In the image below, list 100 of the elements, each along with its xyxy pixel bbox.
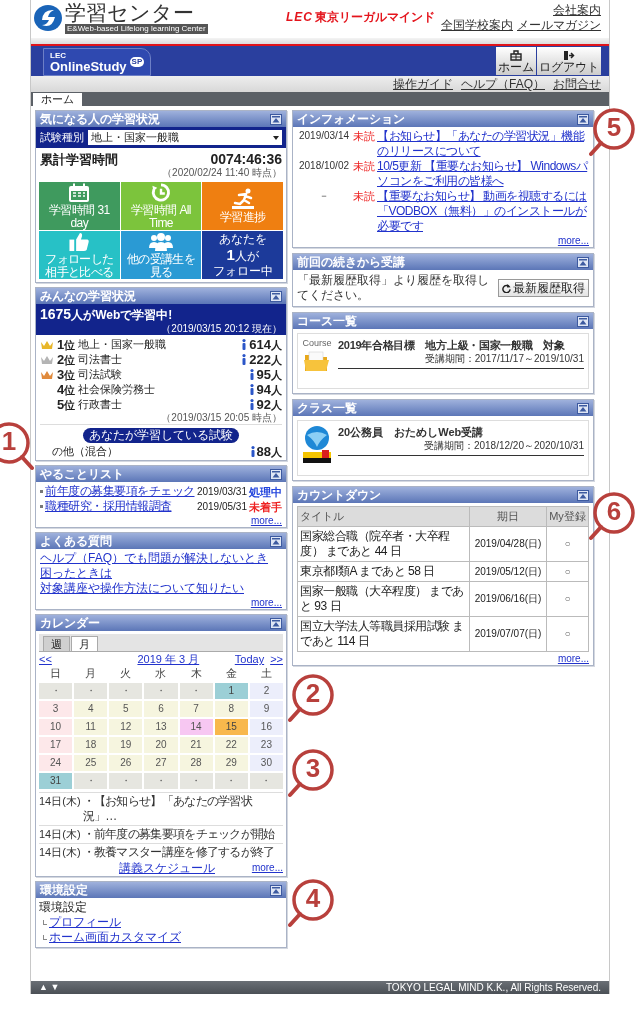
calendar-day[interactable]: 1 [214,683,248,699]
schedule-link[interactable]: 講義スケジュール [119,861,215,876]
more-link[interactable]: more... [250,514,282,527]
register-mark[interactable]: ○ [546,561,589,582]
top-link[interactable]: メールマガジン [517,18,601,32]
next-link[interactable]: >> [270,652,283,666]
calendar-day[interactable]: 7 [179,701,213,717]
calendar-day[interactable]: 2 [249,683,283,699]
todo-link[interactable]: 前年度の募集要項をチェック [45,484,195,499]
faq-link[interactable]: 困ったときは [40,566,112,580]
calendar-day[interactable]: 24 [39,755,73,771]
register-mark[interactable]: ○ [546,616,589,652]
register-mark[interactable]: ○ [546,526,589,562]
calendar-day[interactable]: 15 [214,719,248,735]
collapse-icon[interactable] [270,617,282,629]
todo-link[interactable]: 職種研究・採用情報調査 [45,499,195,514]
collapse-icon[interactable] [577,315,589,327]
tab[interactable]: ホーム [33,93,82,106]
collapse-icon[interactable] [270,535,282,547]
calendar-tab[interactable]: 月 [71,636,98,651]
calendar-day[interactable]: 11 [74,719,108,735]
calendar-day[interactable]: 30 [249,755,283,771]
scroll-arrows[interactable]: ▲ ▼ [39,983,60,992]
calendar-day[interactable]: 12 [109,719,143,735]
info-link[interactable]: 10/5更新 【重要なお知らせ】 Windowsパソコンをご利用の皆様へ [377,159,589,189]
info-link[interactable]: 【重要なお知らせ】 動画を視聴するには「VODBOX（無料）」のインストールが必要です [377,189,589,234]
more-link[interactable]: more... [557,234,589,247]
calendar-day[interactable]: ・ [74,773,108,789]
settings-link[interactable]: ホーム画面カスタマイズ [49,930,181,945]
more-link[interactable]: more... [250,596,282,609]
calendar-day[interactable]: 16 [249,719,283,735]
utility-link[interactable]: 操作ガイド [393,77,453,91]
learner-count: 1675 [40,306,72,322]
collapse-icon[interactable] [270,468,282,480]
calendar-day[interactable]: 13 [144,719,178,735]
settings-link[interactable]: プロフィール [49,915,121,930]
collapse-icon[interactable] [577,402,589,414]
calendar-day[interactable]: 20 [144,737,178,753]
banner-button[interactable]: ログアウト [537,47,601,75]
refresh-history-button[interactable]: 最新履歴取得 [498,279,589,297]
faq-link[interactable]: 対象講座や操作方法について知りたい [40,581,244,595]
calendar-day[interactable]: 19 [109,737,143,753]
calendar-day[interactable]: 4 [74,701,108,717]
calendar-day[interactable]: ・ [109,773,143,789]
faq-link[interactable]: ヘルプ（FAQ）でも問題が解決しないとき [40,551,268,565]
calendar-day[interactable]: ・ [249,773,283,789]
course-card[interactable]: Course 2019年合格目標 地方上級・国家一般職 対象 受講期間：2017/11/17～2019/10/31 [297,333,589,389]
calendar-day[interactable]: 28 [179,755,213,771]
collapse-icon[interactable] [577,113,589,125]
calendar-day[interactable]: 23 [249,737,283,753]
calendar-day[interactable]: ・ [39,683,73,699]
calendar-day[interactable]: ・ [144,683,178,699]
top-link[interactable]: 会社案内 [553,3,601,17]
calendar-day[interactable]: 31 [39,773,73,789]
calendar-day[interactable]: ・ [109,683,143,699]
calendar-day[interactable]: ・ [214,773,248,789]
calendar-day[interactable]: 27 [144,755,178,771]
utility-link[interactable]: お問合せ [553,77,601,91]
calendar-day[interactable]: 5 [109,701,143,717]
class-card[interactable]: 20公務員 おためしWeb受講 受講期間：2018/12/20～2020/10/31 [297,420,589,476]
calendar-day[interactable]: 25 [74,755,108,771]
calendar-day[interactable]: 8 [214,701,248,717]
utility-link[interactable]: ヘルプ（FAQ） [461,77,545,91]
calendar-day[interactable]: ・ [74,683,108,699]
top-link[interactable]: 全国学校案内 [441,18,513,32]
banner-button[interactable]: ホーム [496,47,536,75]
prev-link[interactable]: << [39,652,52,666]
month-link[interactable]: 2019 年 3 月 [137,652,200,666]
info-link[interactable]: 【お知らせ】「あなたの学習状況」機能のリリースについて [377,129,589,159]
calendar-tab[interactable]: 週 [43,636,70,651]
calendar-day[interactable]: 9 [249,701,283,717]
calendar-day[interactable]: ・ [144,773,178,789]
more-link[interactable]: more... [557,652,589,665]
calendar-day[interactable]: ・ [179,773,213,789]
calendar-day[interactable]: 17 [39,737,73,753]
online-study-logo[interactable]: LEC OnlineStudy SP [43,48,152,76]
calendar-day[interactable]: 29 [214,755,248,771]
calendar-day[interactable]: 14 [179,719,213,735]
more-link[interactable]: more... [251,861,283,876]
collapse-icon[interactable] [577,256,589,268]
calendar-day[interactable]: 18 [74,737,108,753]
home-icon [510,50,522,61]
collapse-icon[interactable] [270,113,282,125]
stats-tile[interactable]: 学習時間 31 day [39,182,120,230]
collapse-icon[interactable] [270,290,282,302]
collapse-icon[interactable] [270,884,282,896]
calendar-day[interactable]: ・ [179,683,213,699]
calendar-day[interactable]: 22 [214,737,248,753]
calendar-day[interactable]: 10 [39,719,73,735]
calendar-day[interactable]: 21 [179,737,213,753]
class-name: 20公務員 おためしWeb受講 [338,425,485,439]
calendar-icon [68,182,91,203]
calendar-day[interactable]: 3 [39,701,73,717]
exam-select[interactable]: 地上・国家一般職 [88,130,282,145]
register-mark[interactable]: ○ [546,581,589,617]
calendar-day[interactable]: 26 [109,755,143,771]
column-header: 期日 [469,506,547,527]
today-link[interactable]: Today [234,652,265,666]
calendar-day[interactable]: 6 [144,701,178,717]
collapse-icon[interactable] [577,489,589,501]
